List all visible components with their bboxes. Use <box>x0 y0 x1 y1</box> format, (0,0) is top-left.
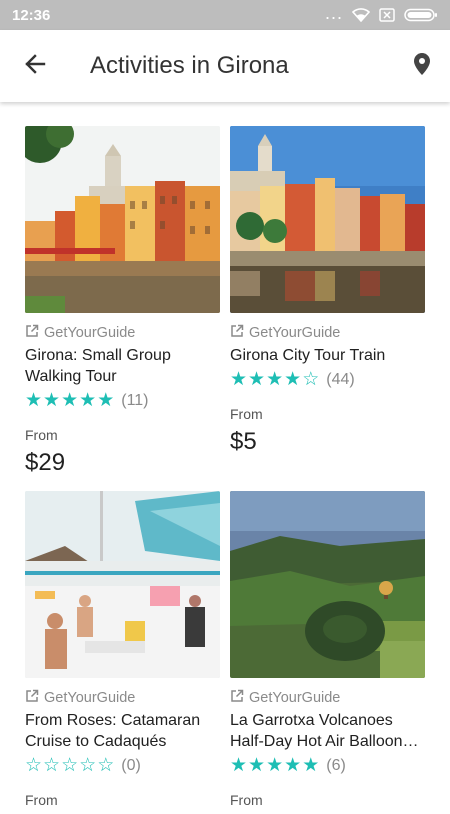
external-link-icon <box>25 689 39 707</box>
review-count: (44) <box>326 371 355 388</box>
price-from-label: From <box>230 792 263 808</box>
star-filled-icon: ★ <box>61 390 79 411</box>
star-filled-icon: ★ <box>230 755 248 776</box>
price-from-label: From <box>230 406 263 422</box>
star-filled-icon: ★ <box>97 390 115 411</box>
star-filled-icon: ★ <box>302 755 320 776</box>
external-link-icon <box>230 324 244 342</box>
review-count: (0) <box>121 757 141 774</box>
star-filled-icon: ★ <box>248 369 266 390</box>
external-link-icon <box>230 689 244 707</box>
page-title: Activities in Girona <box>90 52 289 79</box>
activity-title[interactable]: Girona: Small Group Walking Tour <box>25 345 220 387</box>
activity-title[interactable]: Girona City Tour Train <box>230 345 425 366</box>
star-filled-icon: ★ <box>266 369 284 390</box>
provider-link[interactable]: GetYourGuide <box>25 689 220 707</box>
review-count: (11) <box>121 392 149 409</box>
app-bar: Activities in Girona <box>0 30 450 102</box>
status-time: 12:36 <box>12 6 51 24</box>
star-empty-icon: ☆ <box>43 755 61 776</box>
activities-grid: GetYourGuide Girona: Small Group Walking… <box>0 102 450 814</box>
rating-stars: ★ ★ ★ ★ ☆ (44) <box>230 370 425 390</box>
provider-link[interactable]: GetYourGuide <box>230 324 425 342</box>
status-bar: 12:36 ... <box>0 0 450 30</box>
rating-stars: ☆ ☆ ☆ ☆ ☆ (0) <box>25 756 220 776</box>
external-link-icon <box>25 324 39 342</box>
provider-name: GetYourGuide <box>44 325 136 341</box>
map-button[interactable] <box>394 30 450 102</box>
status-icons: ... <box>324 3 438 23</box>
more-dots: ... <box>324 3 343 23</box>
activity-title[interactable]: From Roses: Catamaran Cruise to Cadaqués <box>25 710 220 752</box>
price-from-label: From <box>25 427 58 443</box>
star-filled-icon: ★ <box>25 390 43 411</box>
rating-stars: ★ ★ ★ ★ ★ (11) <box>25 391 220 411</box>
provider-name: GetYourGuide <box>44 690 136 706</box>
star-empty-icon: ☆ <box>302 369 320 390</box>
provider-name: GetYourGuide <box>249 325 341 341</box>
star-filled-icon: ★ <box>79 390 97 411</box>
activity-image[interactable] <box>25 126 220 313</box>
activity-card[interactable]: GetYourGuide Girona City Tour Train ★ ★ ★ ★… <box>230 126 425 477</box>
rating-stars: ★ ★ ★ ★ ★ (6) <box>230 756 425 776</box>
price-from-label: From <box>25 792 58 808</box>
sim-off-icon <box>379 8 395 22</box>
wifi-icon <box>352 8 370 22</box>
star-empty-icon: ☆ <box>97 755 115 776</box>
star-filled-icon: ★ <box>266 755 284 776</box>
battery-icon <box>404 8 438 22</box>
star-empty-icon: ☆ <box>61 755 79 776</box>
star-empty-icon: ☆ <box>25 755 43 776</box>
arrow-left-icon <box>24 53 46 80</box>
price: $29 <box>25 449 66 476</box>
star-filled-icon: ★ <box>43 390 61 411</box>
provider-link[interactable]: GetYourGuide <box>25 324 220 342</box>
activity-card[interactable]: GetYourGuide From Roses: Catamaran Cruis… <box>25 491 220 814</box>
star-filled-icon: ★ <box>284 369 302 390</box>
star-filled-icon: ★ <box>248 755 266 776</box>
price: $5 <box>230 428 257 455</box>
back-button[interactable] <box>0 30 70 102</box>
star-filled-icon: ★ <box>230 369 248 390</box>
activity-image[interactable] <box>230 126 425 313</box>
star-empty-icon: ☆ <box>79 755 97 776</box>
activity-title[interactable]: La Garrotxa Volcanoes Half-Day Hot Air B… <box>230 710 425 752</box>
activity-card[interactable]: GetYourGuide La Garrotxa Volcanoes Half-… <box>230 491 425 814</box>
provider-link[interactable]: GetYourGuide <box>230 689 425 707</box>
map-pin-icon <box>414 52 430 80</box>
activity-image[interactable] <box>25 491 220 678</box>
activity-card[interactable]: GetYourGuide Girona: Small Group Walking… <box>25 126 220 477</box>
review-count: (6) <box>326 757 346 774</box>
activity-image[interactable] <box>230 491 425 678</box>
provider-name: GetYourGuide <box>249 690 341 706</box>
star-filled-icon: ★ <box>284 755 302 776</box>
